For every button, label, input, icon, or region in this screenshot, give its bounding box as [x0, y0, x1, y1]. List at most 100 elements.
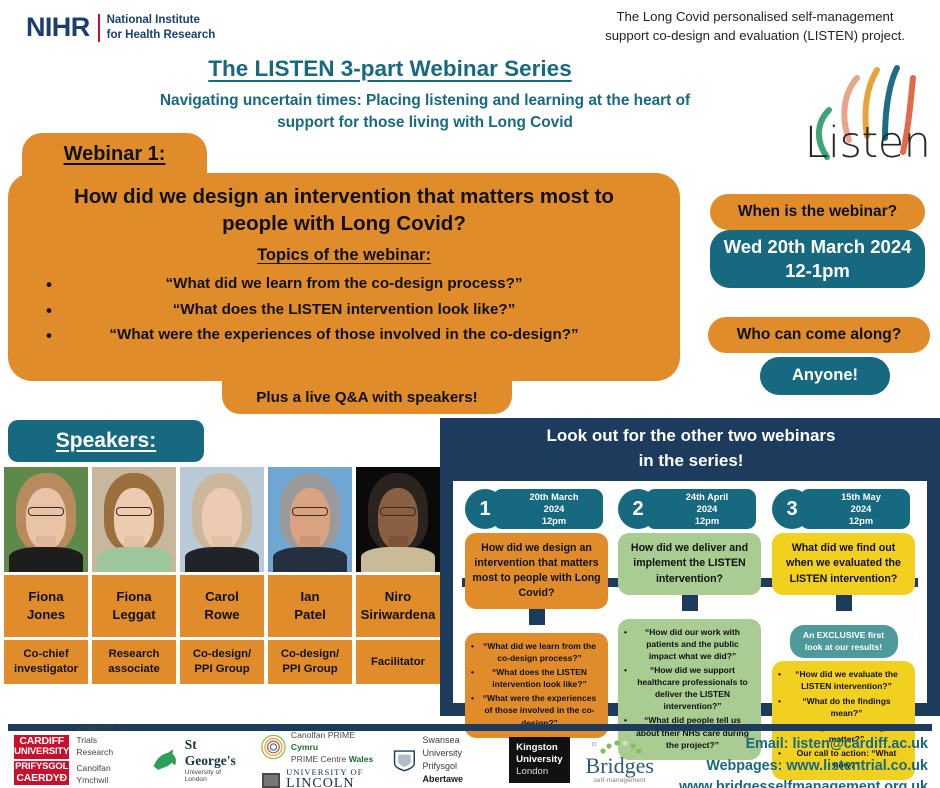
webinar-number-tab: Webinar 1:: [22, 133, 207, 175]
speaker-role-line2: associate: [108, 663, 160, 675]
contact-webpages[interactable]: Webpages: www.listentrial.co.uk: [508, 756, 928, 778]
contact-webpage2[interactable]: www.bridgesselfmanagement.org.uk: [508, 777, 928, 788]
speaker-last-name: Leggat: [112, 607, 156, 622]
series-heading: Look out for the other two webinars in t…: [452, 424, 930, 474]
lincoln-line2: LINCOLN: [286, 775, 355, 788]
series-date-line2: 2024: [696, 503, 718, 514]
speaker-card: Carol Rowe Co-design/ PPI Group: [180, 467, 264, 692]
speakers-list: Fiona Jones Co-chief investigator Fiona …: [4, 467, 440, 692]
speaker-last-name: Siriwardena: [360, 607, 436, 622]
series-number-badge: 2: [618, 489, 658, 529]
topics-list: • “What did we learn from the co-design …: [22, 271, 666, 348]
st-georges-horse-icon: [153, 749, 177, 770]
series-column-2: 2 24th April 2024 12pm How did we delive…: [618, 489, 761, 760]
nihr-wordmark: NIHR: [26, 12, 90, 42]
topic-text: “What were the experiences of those invo…: [109, 326, 579, 344]
speaker-first-name: Ian: [300, 589, 320, 605]
series-date-line2: 2024: [850, 503, 872, 514]
series-bullet: • “How did we evaluate the LISTEN interve…: [778, 669, 898, 692]
series-heading-line1: Look out for the other two webinars: [546, 426, 836, 445]
project-description-line1: The Long Covid personalised self-managem…: [616, 9, 894, 24]
page-subtitle-line2: support for those living with Long Covid: [277, 113, 573, 131]
speaker-card: Ian Patel Co-design/ PPI Group: [268, 467, 352, 692]
contact-email[interactable]: Email: listen@cardiff.ac.uk: [508, 734, 928, 756]
prime-spiral-icon: [261, 734, 286, 760]
speaker-role: Co-design/ PPI Group: [268, 640, 352, 684]
speaker-name: Carol Rowe: [180, 575, 264, 637]
speaker-role: Co-design/ PPI Group: [180, 640, 264, 684]
speakers-heading-label: Speakers:: [55, 429, 157, 452]
series-number-badge: 1: [465, 489, 505, 529]
who-answer-pill: Anyone!: [760, 357, 890, 395]
nihr-subtitle-line1: National Institute: [106, 14, 200, 27]
avatar: [356, 467, 440, 572]
avatar: [92, 467, 176, 572]
nihr-logo: NIHR National Institute for Health Resea…: [26, 12, 215, 43]
series-bullet: • “How did our work with patients and the…: [624, 627, 740, 662]
webinar-date: Wed 20th March 2024: [723, 236, 912, 258]
page-subtitle-line1: Navigating uncertain times: Placing list…: [159, 92, 691, 109]
speaker-card: Fiona Jones Co-chief investigator: [4, 467, 88, 692]
speaker-last-name: Jones: [26, 607, 66, 622]
lincoln-crest-icon: [262, 772, 281, 788]
speaker-role-line2: investigator: [13, 663, 79, 675]
webinar-question: How did we design an intervention that m…: [22, 183, 666, 237]
speakers-heading-tab: Speakers:: [8, 420, 204, 462]
speaker-last-name: Rowe: [204, 607, 240, 622]
live-qa-banner: Plus a live Q&A with speakers!: [222, 381, 512, 414]
speaker-first-name: Fiona: [28, 589, 64, 605]
st-georges-logo: St George's University of London: [150, 737, 244, 783]
topic-item: • “What did we learn from the co-design …: [22, 271, 666, 297]
bullet-icon: •: [471, 693, 474, 704]
bullet-icon: •: [46, 326, 52, 346]
series-date-line3: 12pm: [848, 516, 874, 527]
series-heading-line2: in the series!: [638, 450, 744, 470]
speaker-first-name: Fiona: [116, 589, 152, 605]
cardiff-line1b: UNIVERSITY: [14, 746, 70, 758]
prime-lincoln-logos: Canolfan PRIME Canolfan PRIME CymruCymru…: [260, 729, 375, 788]
swansea-line2: Prifysgol Abertawe: [422, 761, 464, 785]
ctr-line2: Trials Research: [76, 734, 114, 757]
swansea-line1: Swansea University: [422, 734, 463, 758]
series-stem: [528, 609, 545, 626]
series-date-line3: 12pm: [541, 516, 567, 527]
when-answer-pill: Wed 20th March 2024 12-1pm: [710, 230, 925, 288]
swansea-university-logo: Swansea University Prifysgol Abertawe: [391, 734, 493, 786]
speaker-name: Niro Siriwardena: [356, 575, 440, 637]
exclusive-badge-line2: look at our results!: [804, 641, 883, 652]
st-georges-sub: University of London: [184, 769, 222, 783]
bullet-icon: •: [471, 667, 474, 678]
footer-contact: Email: listen@cardiff.ac.uk Webpages: ww…: [508, 734, 928, 788]
speaker-role: Facilitator: [356, 640, 440, 684]
speaker-role: Research associate: [92, 640, 176, 684]
page-title: The LISTEN 3-part Webinar Series: [208, 56, 572, 81]
topic-item: • “What does the LISTEN intervention loo…: [22, 297, 666, 323]
exclusive-badge: An EXCLUSIVE first look at our results!: [789, 625, 898, 659]
series-bullet: • “What do the findings mean?”: [778, 695, 891, 718]
series-date-line1: 15th May: [841, 491, 881, 502]
project-description-line2: support co-design and evaluation (LISTEN…: [605, 27, 905, 43]
series-bullet: • “What did we learn from the co-design p…: [471, 641, 596, 664]
avatar: [180, 467, 264, 572]
nihr-subtitle-line2: for Health Research: [106, 28, 216, 41]
series-date-chip: 20th March 2024 12pm: [493, 489, 603, 529]
webinar-details-card: How did we design an intervention that m…: [8, 173, 680, 381]
webinar-number-label: Webinar 1:: [63, 142, 166, 165]
series-bullet: • “What does the LISTEN intervention look…: [471, 667, 587, 690]
speaker-last-name: Patel: [294, 607, 326, 622]
series-date-line3: 12pm: [694, 516, 720, 527]
series-date-chip: 15th May 2024 12pm: [800, 489, 910, 529]
when-question-pill: When is the webinar?: [710, 194, 925, 230]
series-badge-row: 1 20th March 2024 12pm: [465, 489, 608, 529]
speaker-first-name: Niro: [384, 589, 412, 605]
project-description: The Long Covid personalised self-managem…: [575, 8, 935, 45]
series-date-line2: 2024: [543, 503, 565, 514]
speaker-card: Niro Siriwardena Facilitator: [356, 467, 440, 692]
ctr-line3: Canolfan: [76, 763, 111, 773]
topics-heading: Topics of the webinar:: [257, 246, 431, 265]
prime-line1: Canolfan PRIME Canolfan PRIME CymruCymru: [290, 730, 355, 753]
poster-root: NIHR National Institute for Health Resea…: [0, 0, 940, 788]
nihr-divider: [97, 13, 100, 42]
series-date-line1: 20th March: [529, 491, 579, 502]
bullet-icon: •: [46, 275, 52, 295]
